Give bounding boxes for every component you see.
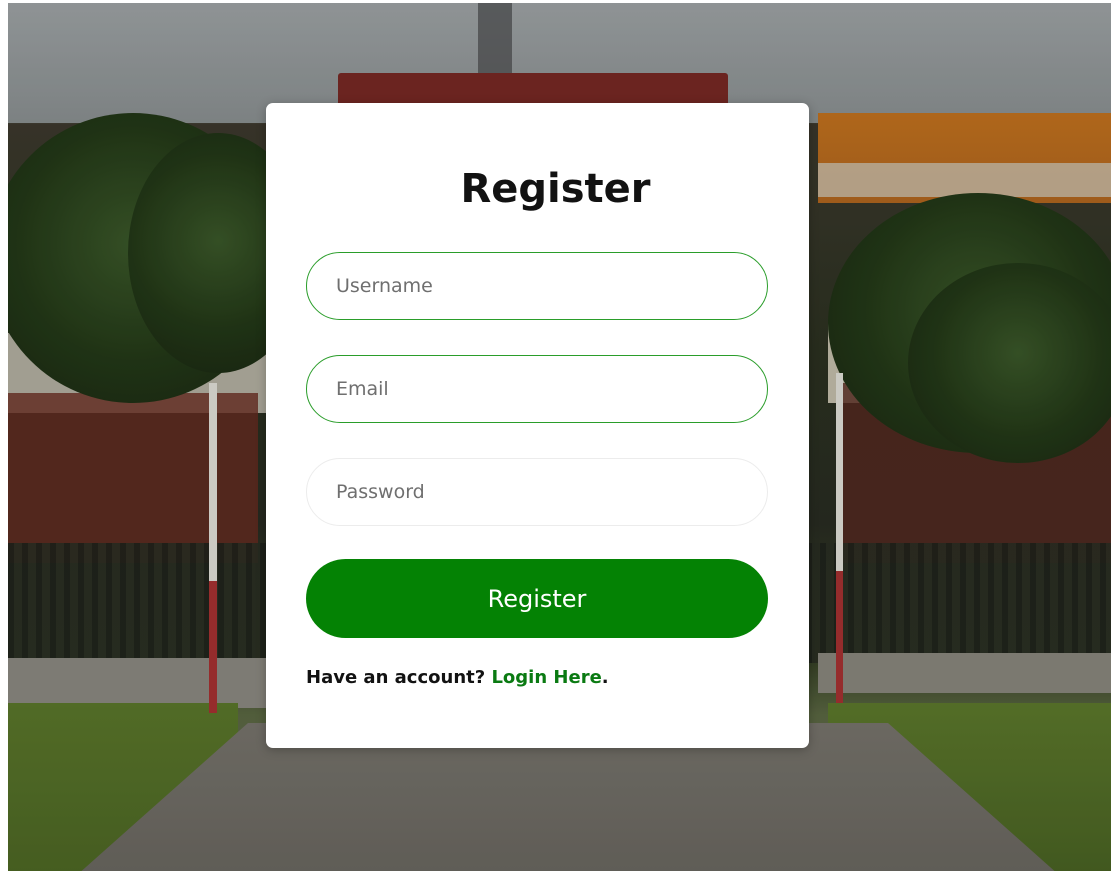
password-field-wrapper <box>306 458 768 526</box>
password-input[interactable] <box>307 459 767 525</box>
register-title: Register <box>460 166 651 212</box>
username-field-wrapper <box>306 252 768 320</box>
login-prompt: Have an account? Login Here. <box>306 667 609 688</box>
login-prompt-period: . <box>601 667 609 688</box>
register-button[interactable]: Register <box>306 559 768 638</box>
username-input[interactable] <box>307 253 767 319</box>
login-prompt-text: Have an account? <box>306 667 492 688</box>
login-here-link[interactable]: Login Here <box>491 667 601 688</box>
email-field-wrapper <box>306 355 768 423</box>
email-input[interactable] <box>307 356 767 422</box>
